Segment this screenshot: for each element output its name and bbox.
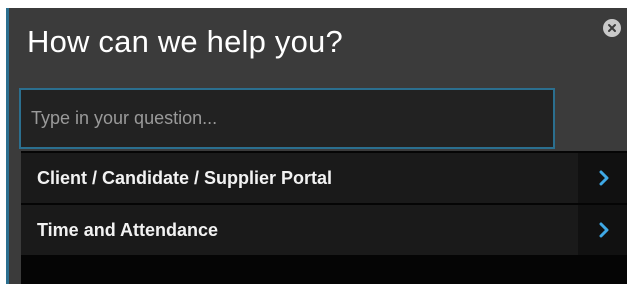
suggestion-open-button[interactable] — [578, 153, 627, 203]
dialog-title: How can we help you? — [27, 24, 343, 59]
chevron-right-icon — [599, 222, 609, 238]
chevron-right-icon — [599, 170, 609, 186]
question-search-input[interactable] — [19, 88, 555, 149]
close-icon — [608, 24, 616, 32]
suggestion-label: Client / Candidate / Supplier Portal — [37, 168, 333, 188]
help-dialog: How can we help you? Client / Candidate … — [6, 8, 627, 284]
help-widget-frame: How can we help you? Client / Candidate … — [0, 0, 627, 284]
suggestion-label: Time and Attendance — [37, 220, 219, 240]
suggestion-list: Client / Candidate / Supplier Portal Tim… — [21, 151, 627, 284]
suggestion-item-time-attendance[interactable]: Time and Attendance — [21, 205, 627, 255]
close-button[interactable] — [603, 19, 621, 37]
suggestion-item-client-portal[interactable]: Client / Candidate / Supplier Portal — [21, 153, 627, 203]
suggestion-open-button[interactable] — [578, 205, 627, 255]
